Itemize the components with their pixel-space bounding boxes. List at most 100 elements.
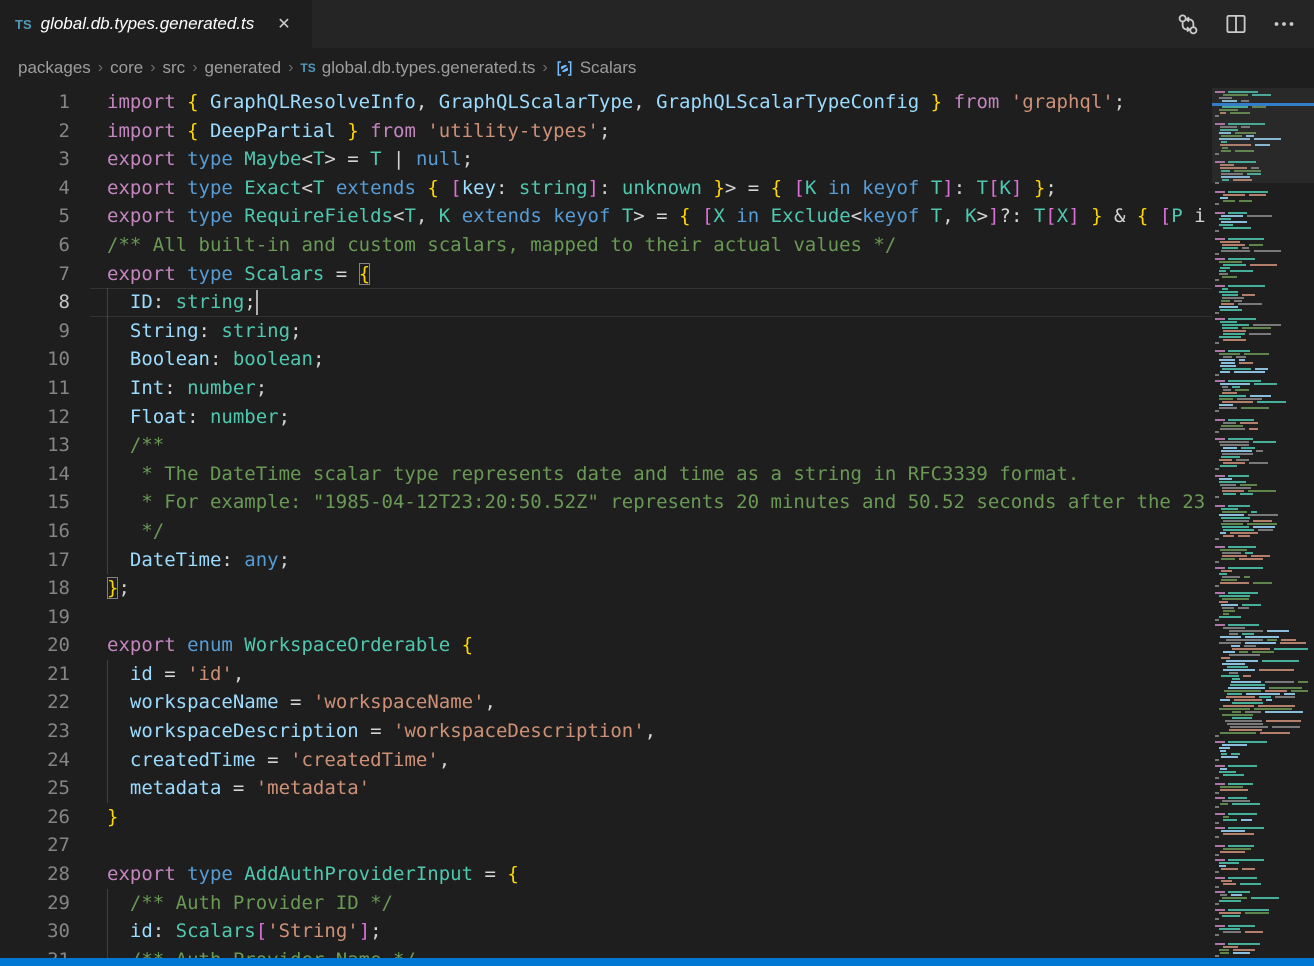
code-line-28[interactable]: export type AddAuthProviderInput = {	[107, 860, 1212, 889]
breadcrumb-label: core	[110, 58, 143, 78]
line-number-12[interactable]: 12	[0, 403, 70, 432]
code-line-23[interactable]: workspaceDescription = 'workspaceDescrip…	[107, 717, 1212, 746]
breadcrumb-separator: ›	[542, 59, 547, 77]
breadcrumb-label: global.db.types.generated.ts	[322, 58, 536, 78]
line-number-20[interactable]: 20	[0, 631, 70, 660]
status-bar	[0, 958, 1314, 966]
tab-close-icon[interactable]: ✕	[273, 12, 294, 36]
code-line-25[interactable]: metadata = 'metadata'	[107, 774, 1212, 803]
code-line-10[interactable]: Boolean: boolean;	[107, 345, 1212, 374]
code-line-18[interactable]: };	[107, 574, 1212, 603]
breadcrumb-separator: ›	[150, 59, 155, 77]
code-line-26[interactable]: }	[107, 803, 1212, 832]
code-line-11[interactable]: Int: number;	[107, 374, 1212, 403]
line-number-17[interactable]: 17	[0, 546, 70, 575]
line-number-23[interactable]: 23	[0, 717, 70, 746]
code-line-2[interactable]: import { DeepPartial } from 'utility-typ…	[107, 117, 1212, 146]
code-line-24[interactable]: createdTime = 'createdTime',	[107, 746, 1212, 775]
tab-global-db-types-generated-ts[interactable]: TS global.db.types.generated.ts ✕	[0, 0, 312, 48]
line-number-24[interactable]: 24	[0, 746, 70, 775]
breadcrumb: packages › core › src › generated › TS global.db.…	[0, 48, 1314, 88]
code-line-22[interactable]: workspaceName = 'workspaceName',	[107, 688, 1212, 717]
editor-pane[interactable]: 1234567891011121314151617181920212223242…	[0, 88, 1314, 958]
code-line-7[interactable]: export type Scalars = {	[107, 260, 1212, 289]
code-line-6[interactable]: /** All built-in and custom scalars, map…	[107, 231, 1212, 260]
tab-label: global.db.types.generated.ts	[41, 14, 255, 34]
code-line-3[interactable]: export type Maybe<T> = T | null;	[107, 145, 1212, 174]
line-number-29[interactable]: 29	[0, 889, 70, 918]
line-number-22[interactable]: 22	[0, 688, 70, 717]
line-number-6[interactable]: 6	[0, 231, 70, 260]
gutter: 1234567891011121314151617181920212223242…	[0, 88, 90, 958]
code-line-16[interactable]: */	[107, 517, 1212, 546]
code-line-20[interactable]: export enum WorkspaceOrderable {	[107, 631, 1212, 660]
line-number-10[interactable]: 10	[0, 345, 70, 374]
line-number-2[interactable]: 2	[0, 117, 70, 146]
code-line-29[interactable]: /** Auth Provider ID */	[107, 889, 1212, 918]
breadcrumb-item-global-db-types-generated-ts[interactable]: TS global.db.types.generated.ts	[300, 58, 535, 78]
line-number-19[interactable]: 19	[0, 603, 70, 632]
line-number-1[interactable]: 1	[0, 88, 70, 117]
vscode-editor-window: TS global.db.types.generated.ts ✕	[0, 0, 1314, 966]
tab-bar: TS global.db.types.generated.ts ✕	[0, 0, 1314, 48]
breadcrumb-item-src[interactable]: src	[163, 58, 186, 78]
line-number-25[interactable]: 25	[0, 774, 70, 803]
line-number-28[interactable]: 28	[0, 860, 70, 889]
line-number-30[interactable]: 30	[0, 917, 70, 946]
editor-content[interactable]: import { GraphQLResolveInfo, GraphQLScal…	[90, 88, 1212, 958]
breadcrumb-item-scalars[interactable]: Scalars	[555, 58, 637, 78]
breadcrumb-label: src	[163, 58, 186, 78]
editor-actions	[1174, 0, 1314, 48]
line-number-14[interactable]: 14	[0, 460, 70, 489]
code-line-14[interactable]: * The DateTime scalar type represents da…	[107, 460, 1212, 489]
code-line-21[interactable]: id = 'id',	[107, 660, 1212, 689]
breadcrumb-separator: ›	[288, 59, 293, 77]
minimap[interactable]	[1212, 88, 1314, 958]
more-actions-icon[interactable]	[1270, 10, 1298, 38]
breadcrumb-separator: ›	[192, 59, 197, 77]
line-number-31[interactable]: 31	[0, 946, 70, 958]
line-number-26[interactable]: 26	[0, 803, 70, 832]
line-number-3[interactable]: 3	[0, 145, 70, 174]
line-number-5[interactable]: 5	[0, 202, 70, 231]
code-line-12[interactable]: Float: number;	[107, 403, 1212, 432]
line-number-13[interactable]: 13	[0, 431, 70, 460]
breadcrumb-label: generated	[205, 58, 282, 78]
code-line-31[interactable]: /** Auth Provider Name */	[107, 946, 1212, 958]
text-cursor	[256, 290, 258, 315]
ts-file-icon: TS	[15, 17, 32, 32]
line-number-9[interactable]: 9	[0, 317, 70, 346]
code-line-30[interactable]: id: Scalars['String'];	[107, 917, 1212, 946]
breadcrumb-item-packages[interactable]: packages	[18, 58, 91, 78]
code-line-15[interactable]: * For example: "1985-04-12T23:20:50.52Z"…	[107, 488, 1212, 517]
code-line-5[interactable]: export type RequireFields<T, K extends k…	[107, 202, 1212, 231]
breadcrumb-label: packages	[18, 58, 91, 78]
code-line-19[interactable]	[107, 603, 1212, 632]
code-line-4[interactable]: export type Exact<T extends { [key: stri…	[107, 174, 1212, 203]
line-number-21[interactable]: 21	[0, 660, 70, 689]
split-editor-icon[interactable]	[1222, 10, 1250, 38]
line-number-18[interactable]: 18	[0, 574, 70, 603]
breadcrumb-separator: ›	[98, 59, 103, 77]
code-line-17[interactable]: DateTime: any;	[107, 546, 1212, 575]
code-line-13[interactable]: /**	[107, 431, 1212, 460]
line-number-27[interactable]: 27	[0, 831, 70, 860]
line-number-11[interactable]: 11	[0, 374, 70, 403]
line-number-16[interactable]: 16	[0, 517, 70, 546]
breadcrumb-label: Scalars	[580, 58, 637, 78]
line-number-15[interactable]: 15	[0, 488, 70, 517]
breadcrumb-item-core[interactable]: core	[110, 58, 143, 78]
minimap-slider[interactable]	[1212, 88, 1314, 183]
line-number-8[interactable]: 8	[0, 288, 70, 317]
code-line-27[interactable]	[107, 831, 1212, 860]
open-changes-icon[interactable]	[1174, 10, 1202, 38]
breadcrumb-item-generated[interactable]: generated	[205, 58, 282, 78]
line-number-4[interactable]: 4	[0, 174, 70, 203]
code-line-9[interactable]: String: string;	[107, 317, 1212, 346]
code-area[interactable]: import { GraphQLResolveInfo, GraphQLScal…	[90, 88, 1212, 958]
symbol-type-icon	[555, 59, 574, 78]
code-line-1[interactable]: import { GraphQLResolveInfo, GraphQLScal…	[107, 88, 1212, 117]
ts-file-icon: TS	[300, 61, 315, 75]
code-line-8[interactable]: ID: string;	[107, 288, 1212, 317]
line-number-7[interactable]: 7	[0, 260, 70, 289]
